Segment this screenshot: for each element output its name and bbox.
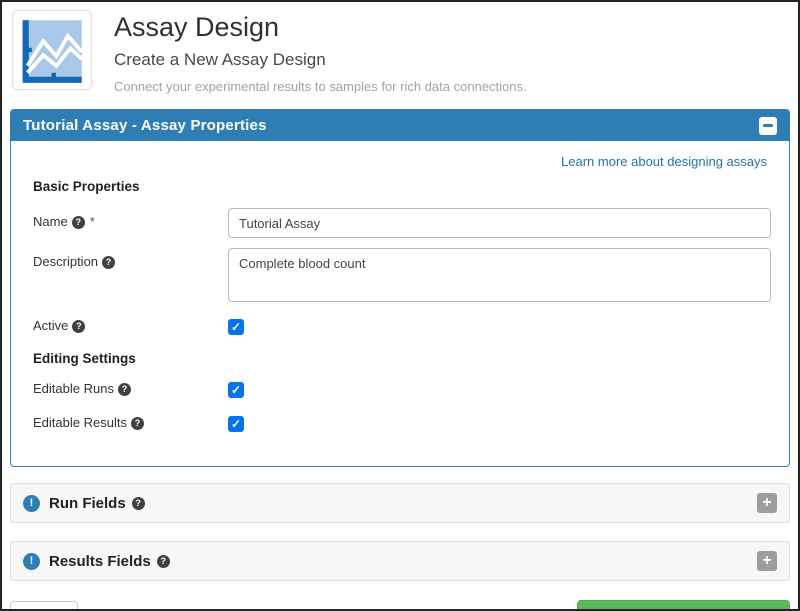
assay-properties-panel-title: Tutorial Assay - Assay Properties: [23, 117, 267, 134]
line-chart-icon: [17, 15, 87, 85]
page-description: Connect your experimental results to sam…: [114, 79, 527, 94]
learn-more-row: Learn more about designing assays: [33, 153, 767, 171]
info-icon: !: [23, 553, 40, 570]
check-icon: ✓: [231, 418, 241, 430]
run-fields-panel[interactable]: ! Run Fields ? +: [10, 483, 790, 523]
editable-results-label: Editable Results?: [33, 414, 228, 430]
editable-runs-checkbox[interactable]: ✓: [228, 382, 244, 398]
plus-icon: +: [762, 495, 771, 511]
info-icon: !: [23, 495, 40, 512]
cancel-button[interactable]: Cancel: [10, 601, 78, 611]
editing-settings-heading: Editing Settings: [33, 351, 767, 366]
description-textarea[interactable]: Complete blood count: [228, 248, 771, 302]
name-input[interactable]: [228, 208, 771, 238]
editable-results-help-icon[interactable]: ?: [131, 417, 144, 430]
page-header: Assay Design Create a New Assay Design C…: [2, 2, 798, 101]
active-help-icon[interactable]: ?: [72, 320, 85, 333]
assay-chart-icon: [12, 10, 92, 90]
active-field-row: Active? ✓: [33, 317, 767, 336]
page-subtitle: Create a New Assay Design: [114, 50, 527, 70]
minus-icon: [763, 124, 773, 127]
results-fields-label: Results Fields: [49, 553, 151, 570]
active-label: Active?: [33, 317, 228, 333]
description-field-row: Description? Complete blood count: [33, 248, 767, 307]
description-label: Description?: [33, 248, 228, 269]
run-fields-help-icon[interactable]: ?: [132, 497, 145, 510]
check-icon: ✓: [231, 321, 241, 333]
results-fields-panel[interactable]: ! Results Fields ? +: [10, 541, 790, 581]
run-fields-expand-icon[interactable]: +: [757, 493, 777, 513]
active-checkbox[interactable]: ✓: [228, 319, 244, 335]
editable-runs-label: Editable Runs?: [33, 380, 228, 396]
check-icon: ✓: [231, 384, 241, 396]
basic-properties-heading: Basic Properties: [33, 179, 767, 194]
name-field-row: Name?*: [33, 208, 767, 238]
editable-results-field-row: Editable Results? ✓: [33, 414, 767, 433]
collapse-panel-icon[interactable]: [759, 117, 777, 135]
name-help-icon[interactable]: ?: [72, 216, 85, 229]
required-asterisk: *: [90, 214, 95, 229]
run-fields-label: Run Fields: [49, 495, 126, 512]
footer-button-bar: Cancel Finish Creating Assay Design: [10, 600, 790, 611]
assay-properties-panel-header[interactable]: Tutorial Assay - Assay Properties: [11, 110, 789, 141]
assay-properties-panel: Tutorial Assay - Assay Properties Learn …: [10, 109, 790, 467]
learn-more-link[interactable]: Learn more about designing assays: [561, 154, 767, 169]
editable-runs-help-icon[interactable]: ?: [118, 383, 131, 396]
description-help-icon[interactable]: ?: [102, 256, 115, 269]
results-fields-expand-icon[interactable]: +: [757, 551, 777, 571]
header-titles: Assay Design Create a New Assay Design C…: [114, 10, 527, 94]
name-label: Name?*: [33, 208, 228, 229]
page-title: Assay Design: [114, 12, 527, 43]
results-fields-help-icon[interactable]: ?: [157, 555, 170, 568]
assay-design-page: Assay Design Create a New Assay Design C…: [0, 0, 800, 611]
finish-creating-assay-design-button[interactable]: Finish Creating Assay Design: [577, 600, 790, 611]
assay-properties-panel-body: Learn more about designing assays Basic …: [11, 141, 789, 466]
editable-results-checkbox[interactable]: ✓: [228, 416, 244, 432]
editable-runs-field-row: Editable Runs? ✓: [33, 380, 767, 399]
plus-icon: +: [762, 553, 771, 569]
